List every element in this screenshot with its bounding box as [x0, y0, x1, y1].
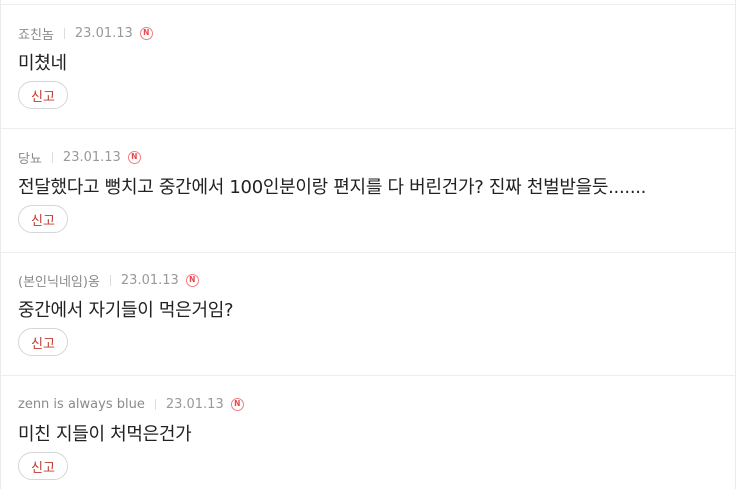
meta-divider — [109, 274, 111, 286]
comment-item: zenn is always blue 23.01.13 N 미친 지들이 처먹… — [1, 376, 735, 489]
new-badge-icon: N — [185, 273, 199, 287]
comment-date: 23.01.13 — [165, 396, 224, 412]
comment-meta: (본인닉네임)옹 23.01.13 N — [18, 271, 199, 290]
comment-text: 전달했다고 뻥치고 중간에서 100인분이랑 편지를 다 버린건가? 진짜 천벌… — [18, 177, 647, 198]
comment-date: 23.01.13 — [62, 149, 121, 165]
comment-author[interactable]: 죠친놈 — [18, 24, 54, 43]
meta-divider — [63, 27, 65, 39]
report-button[interactable]: 신고 — [18, 205, 68, 233]
comment-item: (본인닉네임)옹 23.01.13 N 중간에서 자기들이 먹은거임? 신고 — [1, 252, 735, 376]
comment-author[interactable]: 당뇨 — [18, 148, 42, 167]
new-badge-icon: N — [230, 397, 244, 411]
comment-text: 미친 지들이 처먹은건가 — [18, 424, 192, 445]
new-badge-icon: N — [139, 26, 153, 40]
meta-divider — [154, 398, 156, 410]
comment-text: 미쳤네 — [18, 53, 67, 74]
new-badge-icon: N — [127, 150, 141, 164]
report-button[interactable]: 신고 — [18, 452, 68, 480]
comment-meta: 당뇨 23.01.13 N — [18, 148, 141, 167]
comment-author[interactable]: zenn is always blue — [18, 397, 145, 412]
comment-date: 23.01.13 — [74, 25, 133, 41]
comment-date: 23.01.13 — [120, 272, 179, 288]
report-button[interactable]: 신고 — [18, 328, 68, 356]
meta-divider — [51, 151, 53, 163]
comment-item: 죠친놈 23.01.13 N 미쳤네 신고 — [1, 5, 735, 129]
comment-author[interactable]: (본인닉네임)옹 — [18, 271, 100, 290]
comment-text: 중간에서 자기들이 먹은거임? — [18, 300, 234, 321]
comment-list: 죠친놈 23.01.13 N 미쳤네 신고 당뇨 23.01.13 N 전달했다… — [0, 0, 736, 489]
comment-meta: 죠친놈 23.01.13 N — [18, 24, 153, 43]
comment-item: 당뇨 23.01.13 N 전달했다고 뻥치고 중간에서 100인분이랑 편지를… — [1, 129, 735, 253]
comment-meta: zenn is always blue 23.01.13 N — [18, 395, 244, 413]
report-button[interactable]: 신고 — [18, 81, 68, 109]
